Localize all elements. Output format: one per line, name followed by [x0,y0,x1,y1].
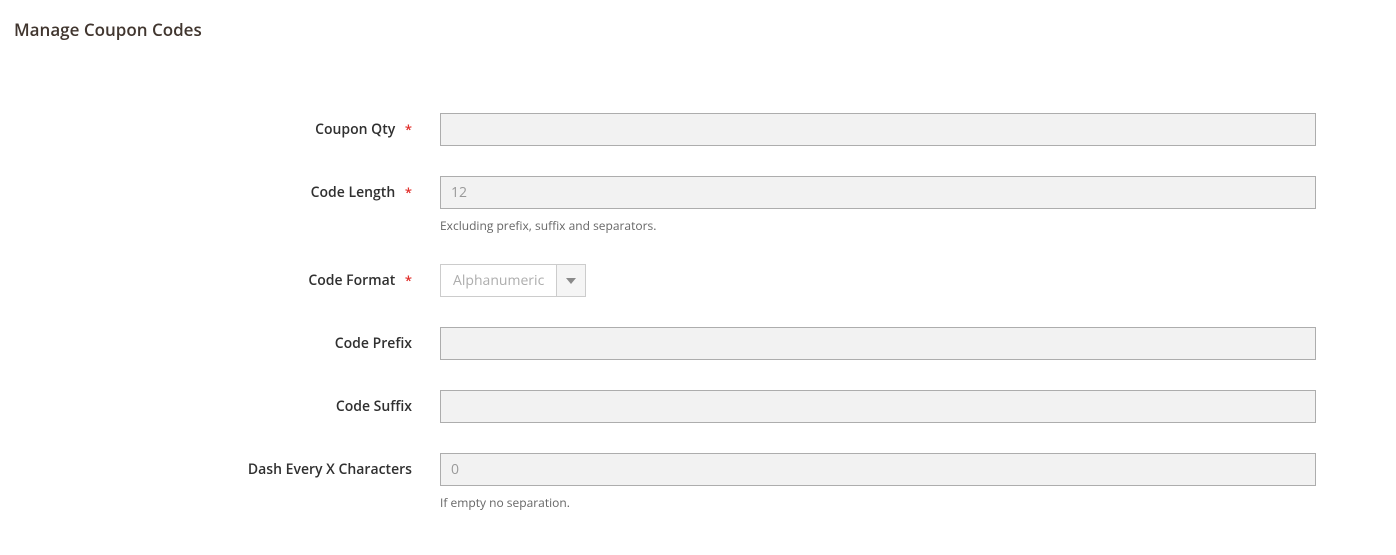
label-text: Coupon Qty [315,120,395,139]
required-marker: * [405,271,412,289]
input-col [440,113,1396,146]
label-text: Code Prefix [335,334,412,353]
coupon-form: Coupon Qty * Code Length * Excluding pre… [0,113,1396,511]
field-row-code-suffix: Code Suffix [0,390,1396,423]
field-row-code-prefix: Code Prefix [0,327,1396,360]
required-marker: * [405,120,412,138]
code-format-select[interactable]: Alphanumeric [440,264,586,297]
input-col: Alphanumeric [440,264,1396,297]
label-text: Code Suffix [336,397,412,416]
chevron-down-icon [557,265,585,296]
input-col: Excluding prefix, suffix and separators. [440,176,1396,234]
label-text: Dash Every X Characters [248,460,412,479]
field-row-code-length: Code Length * Excluding prefix, suffix a… [0,176,1396,234]
coupon-qty-input[interactable] [440,113,1316,146]
code-suffix-input[interactable] [440,390,1316,423]
select-value: Alphanumeric [441,265,557,296]
label-code-prefix: Code Prefix [0,327,440,353]
label-code-format: Code Format * [0,264,440,290]
label-text: Code Format [308,271,395,290]
code-prefix-input[interactable] [440,327,1316,360]
input-col [440,390,1396,423]
input-col: If empty no separation. [440,453,1396,511]
field-row-code-format: Code Format * Alphanumeric [0,264,1396,297]
label-dash-every: Dash Every X Characters [0,453,440,479]
field-row-coupon-qty: Coupon Qty * [0,113,1396,146]
dash-every-input[interactable] [440,453,1316,486]
field-row-dash-every: Dash Every X Characters If empty no sepa… [0,453,1396,511]
input-col [440,327,1396,360]
required-marker: * [405,183,412,201]
label-code-length: Code Length * [0,176,440,202]
code-length-input[interactable] [440,176,1316,209]
label-code-suffix: Code Suffix [0,390,440,416]
label-text: Code Length [311,183,396,202]
label-coupon-qty: Coupon Qty * [0,113,440,139]
code-length-note: Excluding prefix, suffix and separators. [440,217,1316,234]
section-title: Manage Coupon Codes [0,0,1396,41]
dash-every-note: If empty no separation. [440,494,1316,511]
